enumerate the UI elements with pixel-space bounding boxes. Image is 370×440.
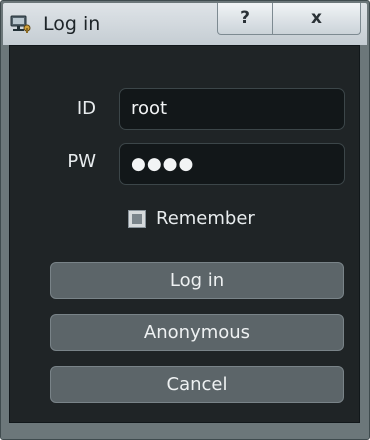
login-form-panel: ID root PW ●●●● Remember Log in Anonymou… <box>9 45 360 423</box>
close-button[interactable]: x <box>272 3 361 35</box>
window-title: Log in <box>43 13 101 35</box>
pw-label: PW <box>67 151 96 172</box>
remember-checkbox[interactable] <box>128 210 146 228</box>
help-button[interactable]: ? <box>217 3 273 35</box>
login-app-icon <box>10 14 32 34</box>
login-button[interactable]: Log in <box>50 262 344 299</box>
anonymous-button[interactable]: Anonymous <box>50 314 344 351</box>
id-label: ID <box>76 98 96 119</box>
title-bar[interactable]: Log in ? x <box>3 3 367 45</box>
checkbox-indeterminate-mark <box>132 214 142 224</box>
cancel-button[interactable]: Cancel <box>50 366 344 403</box>
remember-label[interactable]: Remember <box>156 208 255 230</box>
id-input[interactable]: root <box>119 88 345 130</box>
password-input[interactable]: ●●●● <box>119 143 345 185</box>
login-dialog-window: Log in ? x ID root PW ●●●● Remember Log … <box>0 0 370 440</box>
